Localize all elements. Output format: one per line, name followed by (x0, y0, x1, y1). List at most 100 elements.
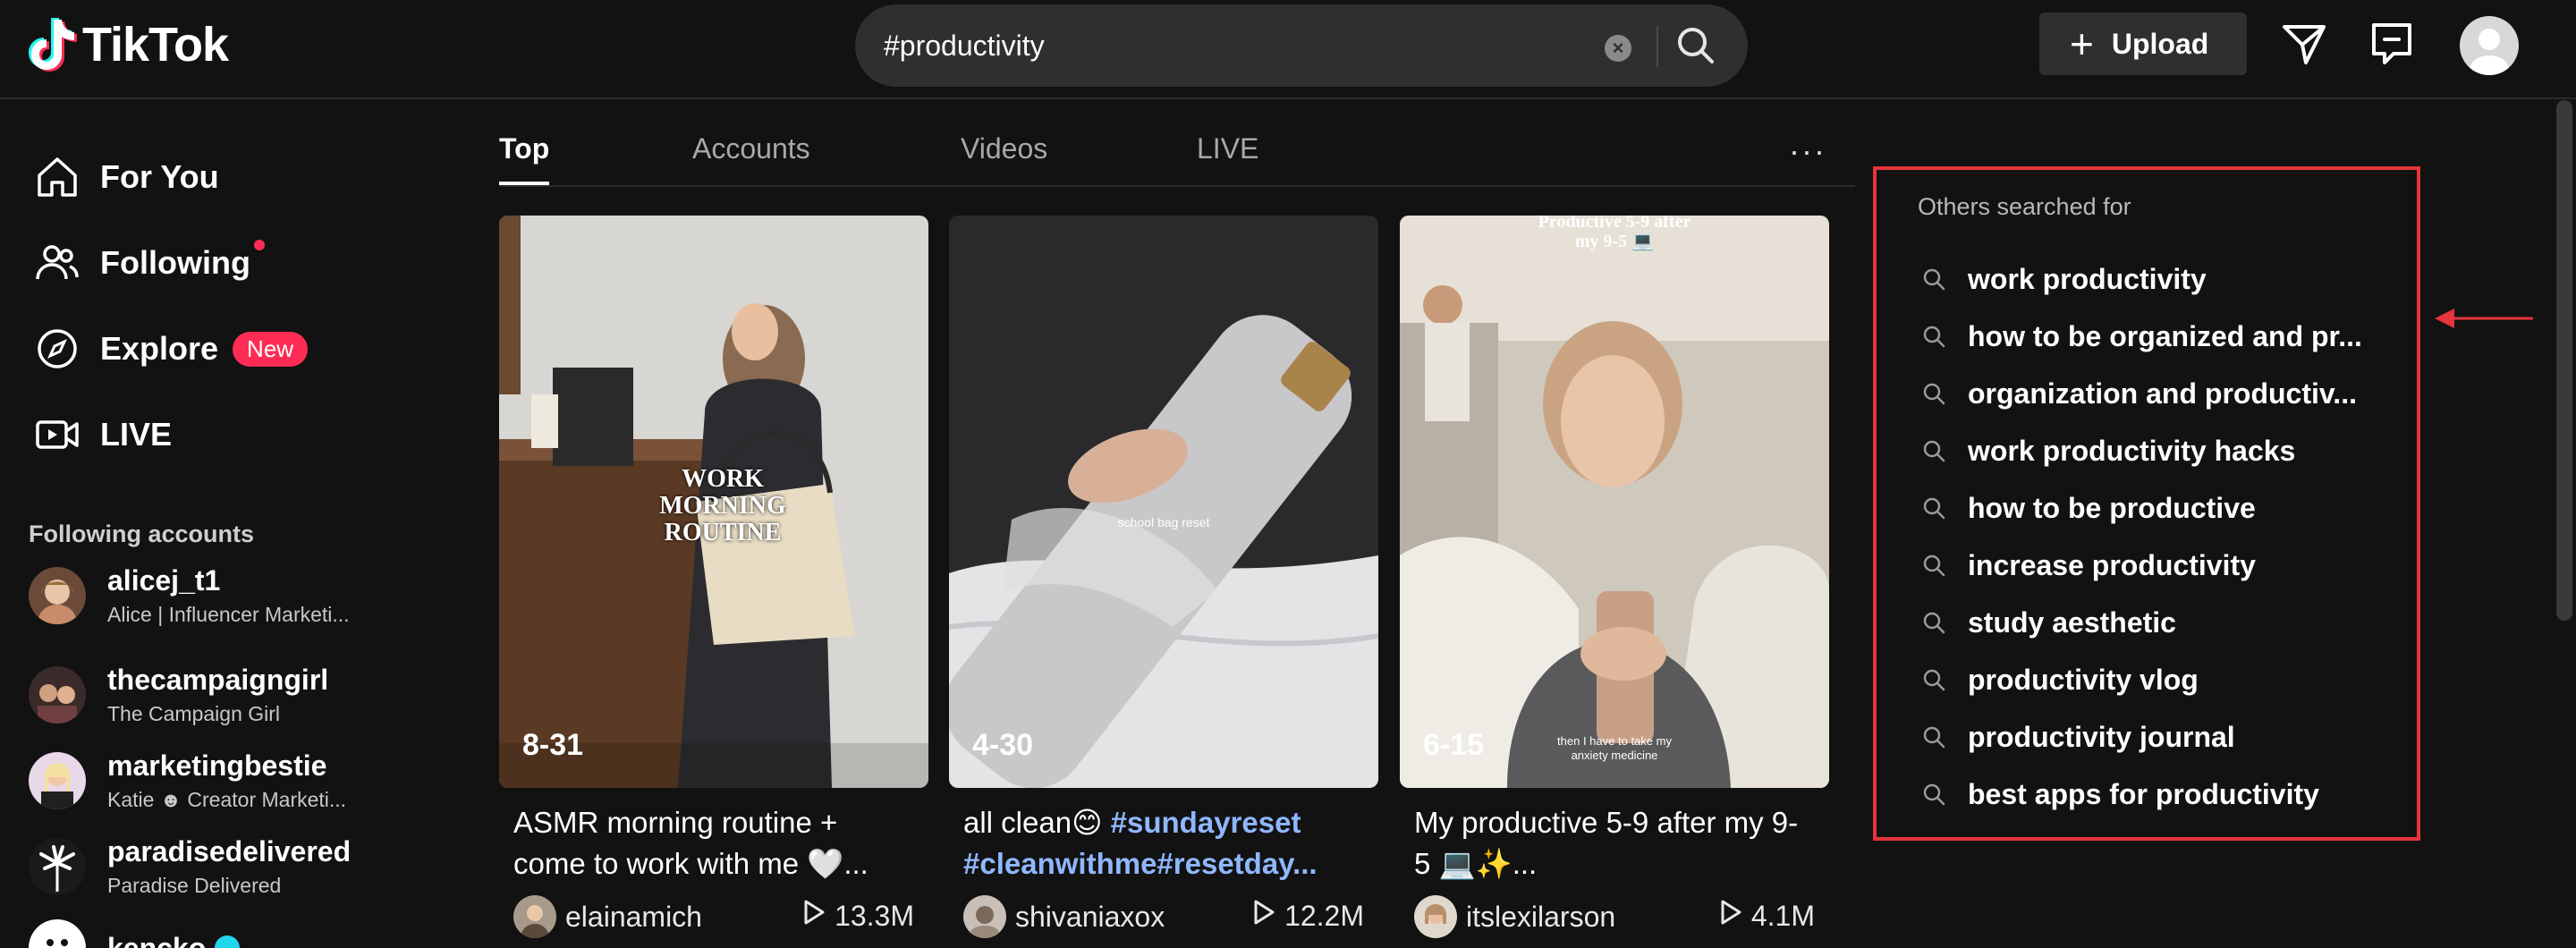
inbox-button[interactable] (2367, 18, 2417, 68)
suggested-search-item[interactable]: best apps for productivity (1921, 767, 2404, 821)
account-item[interactable]: kencko (29, 912, 241, 948)
suggested-search-item[interactable]: work productivity hacks (1921, 424, 2404, 478)
suggested-search-item[interactable]: productivity vlog (1921, 653, 2404, 707)
tiktok-logo[interactable]: TikTok (27, 16, 229, 73)
nav-following[interactable]: Following (34, 236, 265, 290)
upload-button[interactable]: + Upload (2039, 13, 2247, 75)
live-camera-icon (34, 411, 80, 458)
others-searched-title: Others searched for (1918, 193, 2131, 220)
suggested-search-item[interactable]: work productivity (1921, 252, 2404, 306)
video-card[interactable]: WORK MORNING ROUTINE 8-31 ASMR morning r… (499, 216, 928, 942)
suggested-search-item[interactable]: how to be productive (1921, 481, 2404, 535)
video-thumbnail[interactable]: WORK MORNING ROUTINE 8-31 (499, 216, 928, 788)
thumbnail-subtitle-line: anxiety medicine (1571, 749, 1658, 762)
others-searched-panel: Others searched for work productivity ho… (1873, 166, 2420, 841)
verified-badge-icon (215, 935, 241, 948)
thumbnail-caption-line: MORNING (659, 492, 786, 520)
suggested-search-item[interactable]: study aesthetic (1921, 596, 2404, 649)
video-date: 8-31 (522, 728, 584, 762)
account-username: kencko (107, 932, 241, 948)
profile-avatar[interactable] (2460, 16, 2519, 75)
suggested-search-label: productivity vlog (1968, 663, 2199, 696)
following-accounts-title: Following accounts (29, 521, 255, 547)
view-count-value: 4.1M (1750, 899, 1815, 932)
hashtag-link[interactable]: #cleanwithme#resetday... (963, 847, 1318, 880)
page-scrollbar[interactable] (2556, 100, 2572, 621)
account-display-name: The Campaign Girl (107, 702, 281, 725)
thumbnail-caption: Productive 5-9 after my 9-5 💻 (1471, 216, 1758, 251)
top-header: TikTok #productivity × + Upload (0, 0, 2576, 99)
view-count: 4.1M (1719, 899, 1815, 933)
nav-live[interactable]: LIVE (34, 408, 172, 461)
view-count: 13.3M (802, 899, 914, 933)
thumbnail-caption-line: WORK (682, 465, 764, 493)
notification-dot (253, 240, 265, 250)
search-icon (1678, 28, 1714, 63)
nav-label: Following (100, 244, 250, 281)
account-item[interactable]: marketingbestie Katie ☻ Creator Marketi.… (29, 745, 346, 817)
suggested-search-item[interactable]: increase productivity (1921, 538, 2404, 592)
suggested-search-item[interactable]: how to be organized and pr... (1921, 309, 2404, 363)
nav-explore[interactable]: Explore New (34, 322, 309, 376)
account-item[interactable]: alicej_t1 Alice | Influencer Marketi... (29, 560, 350, 631)
video-card[interactable]: school bag reset 4-30 all clean😊 #sunday… (949, 216, 1378, 942)
compass-icon (34, 326, 80, 372)
video-thumbnail-image (1400, 216, 1829, 788)
view-count: 12.2M (1252, 899, 1364, 933)
video-footer: itslexilarson 4.1M (1400, 892, 1829, 942)
search-icon (1921, 667, 1946, 692)
avatar (29, 567, 86, 624)
avatar[interactable] (513, 895, 556, 938)
account-item[interactable]: paradisedelivered Paradise Delivered (29, 831, 351, 902)
tab-top[interactable]: Top (499, 132, 549, 165)
search-icon (1921, 610, 1946, 635)
search-bar[interactable]: #productivity × (855, 4, 1748, 87)
tab-live[interactable]: LIVE (1197, 132, 1258, 165)
search-icon (1921, 495, 1946, 521)
video-description[interactable]: all clean😊 #sundayreset #cleanwithme#res… (949, 802, 1378, 885)
video-author[interactable]: elainamich (565, 901, 702, 934)
account-username: thecampaigngirl (107, 664, 329, 696)
suggested-search-label: how to be organized and pr... (1968, 319, 2362, 352)
more-options-button[interactable]: ··· (1789, 132, 1826, 170)
video-thumbnail[interactable]: Productive 5-9 after my 9-5 💻 then I hav… (1400, 216, 1829, 788)
avatar (29, 919, 86, 948)
search-button[interactable] (1674, 24, 1724, 74)
video-description[interactable]: ASMR morning routine + come to work with… (499, 802, 928, 885)
home-icon (34, 154, 80, 200)
suggested-search-item[interactable]: organization and productiv... (1921, 367, 2404, 420)
description-text: all clean😊 (963, 806, 1111, 839)
nav-for-you[interactable]: For You (34, 150, 219, 204)
video-description[interactable]: My productive 5-9 after my 9- 5 💻✨... (1400, 802, 1829, 885)
video-card[interactable]: Productive 5-9 after my 9-5 💻 then I hav… (1400, 216, 1829, 942)
default-avatar-icon (2470, 29, 2509, 75)
thumbnail-caption-line: my 9-5 💻 (1574, 232, 1655, 251)
tab-videos[interactable]: Videos (961, 132, 1047, 165)
view-count-value: 12.2M (1284, 899, 1364, 932)
account-item[interactable]: thecampaigngirl The Campaign Girl (29, 659, 328, 731)
annotation-arrow-icon (2435, 309, 2533, 328)
plus-icon: + (2070, 21, 2094, 67)
avatar (29, 838, 86, 895)
thumbnail-caption: WORK MORNING ROUTINE (633, 466, 812, 546)
video-thumbnail[interactable]: school bag reset 4-30 (949, 216, 1378, 788)
suggested-search-label: work productivity (1968, 262, 2207, 295)
video-author[interactable]: itslexilarson (1466, 901, 1615, 934)
view-count-value: 13.3M (835, 899, 914, 932)
avatar (29, 752, 86, 809)
account-display-name: Katie ☻ Creator Marketi... (107, 788, 347, 811)
people-icon (34, 240, 80, 286)
tab-accounts[interactable]: Accounts (692, 132, 810, 165)
search-icon (1921, 324, 1946, 349)
suggested-search-item[interactable]: productivity journal (1921, 710, 2404, 764)
search-input[interactable]: #productivity (884, 4, 1546, 87)
thumbnail-subtitle-line: then I have to take my (1557, 734, 1672, 748)
messages-button[interactable] (2279, 18, 2329, 68)
clear-search-button[interactable]: × (1605, 35, 1631, 62)
paper-plane-icon (2283, 25, 2326, 64)
hashtag-link[interactable]: #sundayreset (1111, 806, 1301, 839)
avatar[interactable] (963, 895, 1006, 938)
video-author[interactable]: shivaniaxox (1015, 901, 1165, 934)
account-username: marketingbestie (107, 749, 327, 782)
avatar[interactable] (1414, 895, 1457, 938)
